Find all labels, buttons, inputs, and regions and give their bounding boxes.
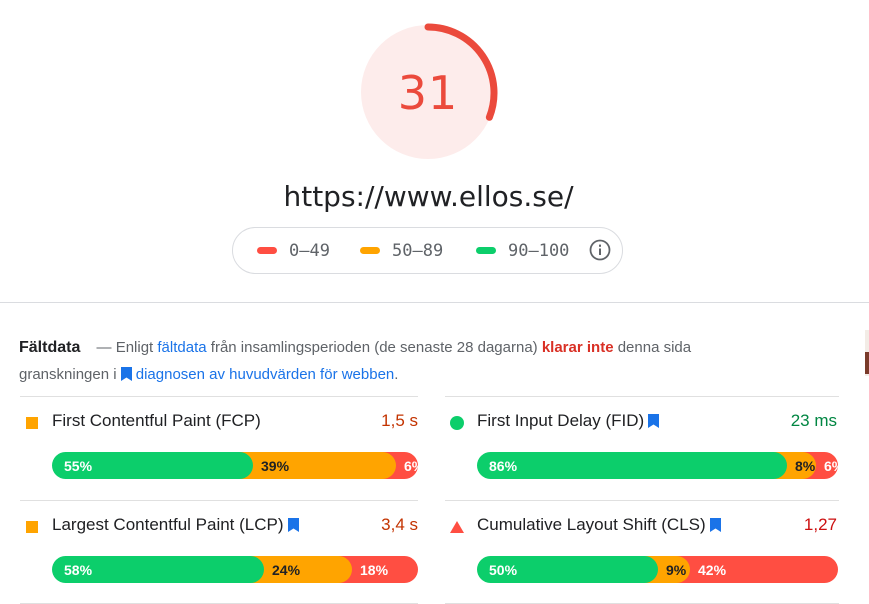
needs-improvement-segment: 24% — [250, 556, 352, 583]
score-legend: 0–49 50–89 90–100 — [232, 227, 623, 274]
orange-bar-icon — [360, 247, 380, 254]
field-text-1: Enligt — [115, 339, 154, 356]
distribution-bar: 55%39%6% — [52, 452, 418, 479]
side-scroll-thumb[interactable] — [865, 352, 869, 374]
bookmark-icon — [120, 367, 132, 381]
metric-fid: First Input Delay (FID) 23 ms 86%8%6% — [445, 396, 845, 500]
metric-name-text: Cumulative Layout Shift (CLS) — [477, 515, 706, 534]
section-divider — [0, 302, 869, 303]
metric-divider — [20, 396, 418, 397]
metric-name: Largest Contentful Paint (LCP) — [52, 515, 299, 535]
metric-cls: Cumulative Layout Shift (CLS) 1,27 50% 9%… — [445, 500, 845, 604]
red-triangle-icon — [450, 521, 464, 533]
score-value: 31 — [397, 66, 459, 120]
metric-name-text: Largest Contentful Paint (LCP) — [52, 515, 284, 534]
bookmark-icon — [709, 518, 721, 532]
metric-value: 23 ms — [790, 411, 837, 430]
page-url: https://www.ellos.se/ — [283, 180, 574, 213]
needs-improvement-segment: 39% — [239, 452, 396, 479]
good-segment: 58% — [52, 556, 264, 583]
info-icon[interactable] — [589, 239, 611, 261]
distribution-bar: 50% 9% 42% — [477, 556, 838, 583]
red-bar-icon — [257, 247, 277, 254]
field-text-4: . — [394, 366, 399, 383]
bookmark-icon — [287, 518, 299, 532]
performance-score-gauge: 31 — [358, 23, 498, 163]
metric-lcp: Largest Contentful Paint (LCP) 3,4 s 58%… — [20, 500, 420, 604]
field-data-title: Fältdata — [19, 339, 81, 356]
distribution-bar: 86%8%6% — [477, 452, 838, 479]
dash: — — [96, 339, 112, 356]
field-data-link[interactable]: fältdata — [157, 339, 206, 356]
legend-item-pass: 90–100 — [476, 228, 569, 273]
metric-value: 3,4 s — [381, 515, 418, 534]
legend-item-fail: 0–49 — [257, 228, 330, 273]
segment-percent-label: 58% — [64, 561, 93, 578]
metric-value: 1,5 s — [381, 411, 418, 430]
bookmark-icon — [648, 414, 660, 428]
segment-percent-label: 55% — [64, 457, 93, 474]
metric-divider — [445, 396, 839, 397]
poor-segment: 42% — [676, 556, 838, 583]
metric-value: 1,27 — [803, 515, 837, 534]
good-segment: 50% — [477, 556, 658, 583]
legend-item-average: 50–89 — [360, 228, 443, 273]
green-circle-icon — [450, 416, 464, 430]
metric-name: First Input Delay (FID) — [477, 411, 660, 431]
segment-percent-label: 86% — [489, 457, 518, 474]
metric-fcp: First Contentful Paint (FCP) 1,5 s 55% 39… — [20, 396, 420, 500]
orange-square-icon — [26, 417, 38, 429]
distribution-bar: 58% 24% 18% — [52, 556, 418, 583]
metric-name-text: First Input Delay (FID) — [477, 411, 645, 430]
segment-percent-label: 50% — [489, 561, 518, 578]
green-bar-icon — [476, 247, 496, 254]
metric-name-text: First Contentful Paint (FCP) — [52, 411, 261, 430]
legend-label-fail: 0–49 — [289, 240, 330, 261]
field-text-2: från insamlingsperioden (de senaste 28 d… — [210, 339, 538, 356]
metric-name: Cumulative Layout Shift (CLS) — [477, 515, 721, 535]
legend-label-average: 50–89 — [392, 240, 444, 261]
core-web-vitals-link[interactable]: diagnosen av huvudvärden för webben — [136, 366, 395, 383]
metric-divider — [445, 500, 839, 501]
good-segment: 55% — [52, 452, 253, 479]
orange-square-icon — [26, 521, 38, 533]
field-data-description: Fältdata — Enligt fältdata från insamlin… — [19, 334, 749, 388]
assessment-status: klarar inte — [541, 339, 614, 356]
legend-label-pass: 90–100 — [508, 240, 570, 261]
metric-name: First Contentful Paint (FCP) — [52, 411, 261, 431]
good-segment: 86% — [477, 452, 787, 479]
metric-divider — [20, 500, 418, 501]
